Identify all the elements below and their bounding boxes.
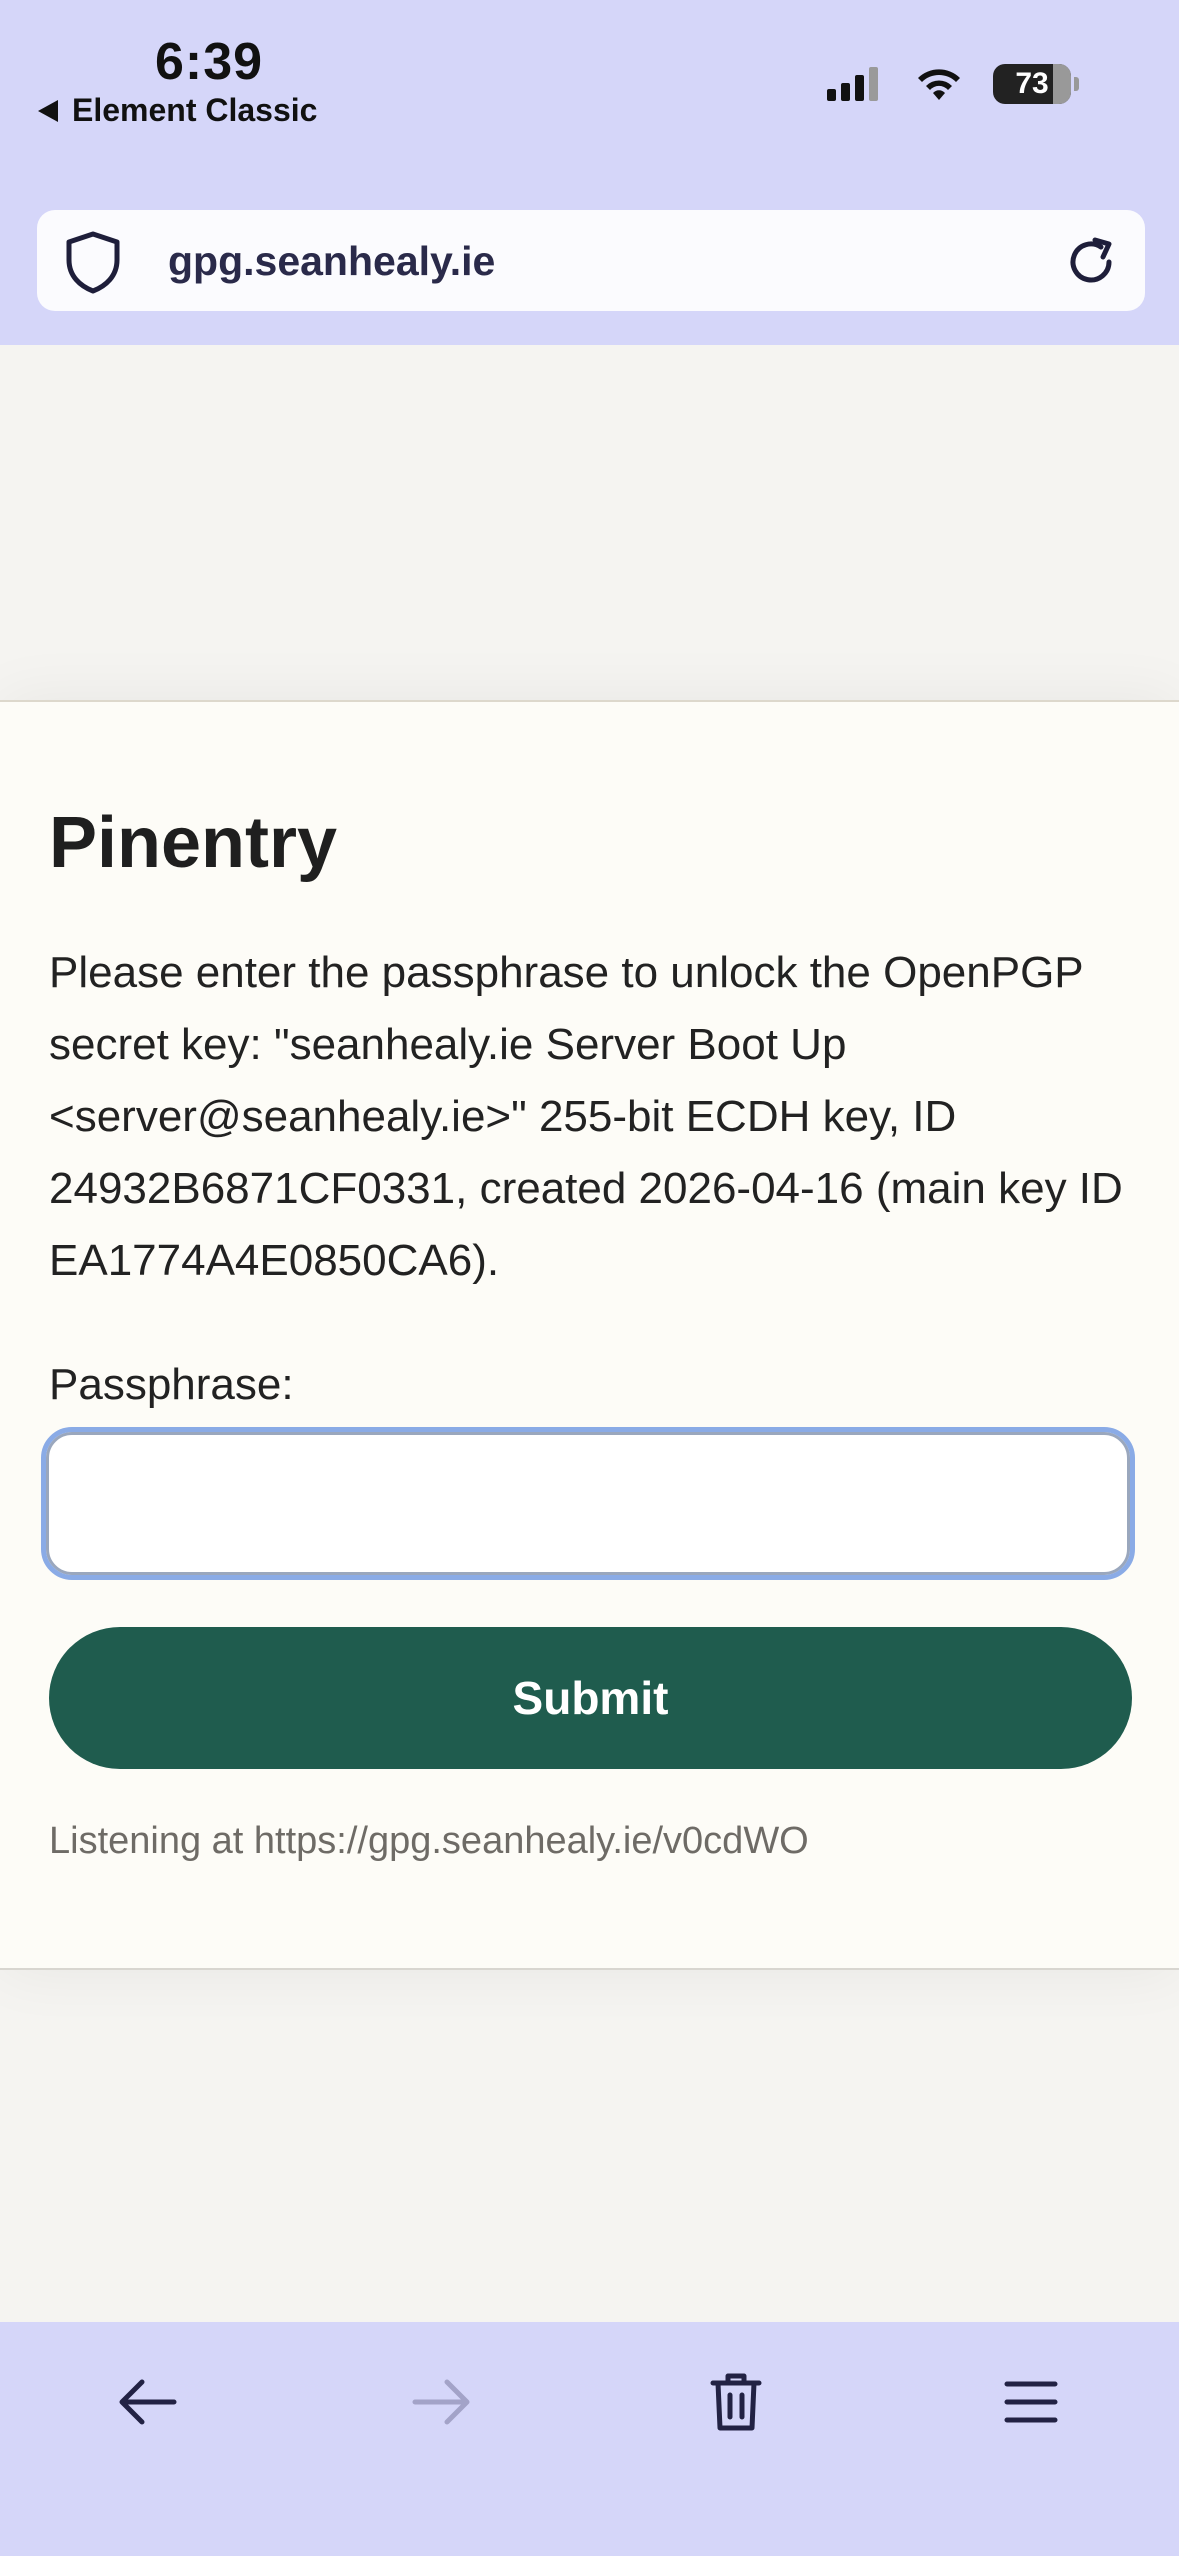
menu-button[interactable]: [991, 2362, 1071, 2442]
battery-nub: [1074, 77, 1079, 91]
reload-icon[interactable]: [1061, 232, 1121, 292]
menu-icon: [1004, 2381, 1058, 2423]
status-icons: 73: [827, 64, 1079, 104]
trash-icon: [710, 2373, 762, 2431]
listening-url-text: Listening at https://gpg.seanhealy.ie/v0…: [49, 1820, 809, 1862]
passphrase-label: Passphrase:: [49, 1360, 294, 1409]
passphrase-input[interactable]: [41, 1427, 1135, 1580]
clear-data-button[interactable]: [696, 2362, 776, 2442]
forward-button[interactable]: [402, 2362, 482, 2442]
shield-icon[interactable]: [63, 230, 123, 294]
back-button[interactable]: [107, 2362, 187, 2442]
browser-chrome: 6:39 Element Classic 73 gpg.seanhealy.ie: [0, 0, 1179, 345]
url-bar[interactable]: gpg.seanhealy.ie: [37, 210, 1145, 311]
battery-icon: 73: [993, 64, 1071, 104]
submit-button[interactable]: Submit: [49, 1627, 1132, 1769]
back-triangle-icon: [38, 99, 58, 122]
pinentry-card: Pinentry Please enter the passphrase to …: [0, 700, 1179, 1970]
bottom-toolbar: [0, 2322, 1179, 2556]
dialog-description: Please enter the passphrase to unlock th…: [49, 948, 1123, 1285]
back-to-app-link[interactable]: Element Classic: [38, 92, 317, 129]
status-time: 6:39: [155, 33, 264, 91]
forward-arrow-icon: [412, 2379, 470, 2425]
wifi-icon: [918, 69, 960, 100]
battery-level: 73: [1015, 67, 1049, 100]
cellular-signal-icon: [827, 67, 878, 101]
back-app-label: Element Classic: [72, 92, 318, 128]
url-text[interactable]: gpg.seanhealy.ie: [168, 238, 495, 285]
back-arrow-icon: [119, 2379, 177, 2425]
page-title: Pinentry: [49, 803, 338, 883]
